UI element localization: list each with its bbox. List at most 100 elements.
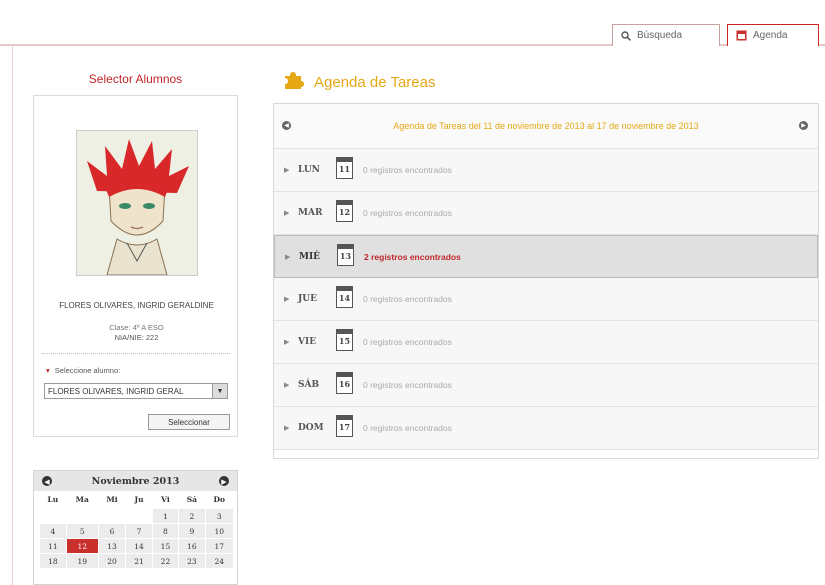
calendar-day-icon: 11 xyxy=(336,157,353,179)
calendar-icon xyxy=(736,30,747,41)
agenda-day-row[interactable]: ▶ SÁB 16 0 registros encontrados xyxy=(274,364,818,407)
weekday-header: Ju xyxy=(134,495,144,505)
calendar-empty-cell xyxy=(126,509,152,524)
left-border xyxy=(12,45,13,585)
day-name: MAR xyxy=(298,208,323,218)
calendar-day[interactable]: 16 xyxy=(178,538,206,554)
calendar-day[interactable]: 23 xyxy=(178,553,206,569)
weekday-header: Ma xyxy=(75,495,89,505)
required-marker: ▾ xyxy=(46,366,50,375)
calendar-day-icon: 13 xyxy=(337,243,354,266)
calendar-day[interactable]: 8 xyxy=(151,523,180,539)
divider xyxy=(42,353,230,354)
agenda-range: Agenda de Tareas del 11 de noviembre de … xyxy=(393,121,699,131)
calendar-day[interactable]: 10 xyxy=(204,523,235,539)
search-icon xyxy=(621,30,631,41)
next-month-icon[interactable]: ▶ xyxy=(219,476,229,486)
calendar-day-icon: 16 xyxy=(336,372,353,394)
calendar-day[interactable]: 11 xyxy=(39,538,67,554)
prev-month-icon[interactable]: ◀ xyxy=(42,476,52,486)
calendar-week: 123 xyxy=(40,508,235,524)
calendar-day[interactable]: 24 xyxy=(204,553,235,569)
agenda-day-row[interactable]: ▶ VIE 15 0 registros encontrados xyxy=(274,321,818,364)
calendar-week: 11 12 13 14 15 16 17 xyxy=(39,538,235,554)
calendar-day-icon: 15 xyxy=(336,329,353,351)
calendar-day[interactable]: 2 xyxy=(178,508,206,524)
tab-busqueda[interactable]: Búsqueda xyxy=(612,24,720,46)
tab-agenda[interactable]: Agenda xyxy=(727,24,819,46)
chevron-down-icon[interactable]: ▼ xyxy=(212,384,227,398)
expand-arrow-icon: ▶ xyxy=(285,253,291,261)
select-student-label: ▾ Seleccione alumno: xyxy=(46,366,120,375)
weekday-header: Sá xyxy=(186,495,197,504)
calendar-grid: Lu Ma Mi Ju Vi Sá Do 1 2 3 4 5 6 7 8 9 10 11 12 13 14 15 16 17… xyxy=(39,491,235,569)
calendar-day[interactable]: 1 xyxy=(151,508,180,524)
calendar-header: ◀ Noviembre 2013 ▶ xyxy=(34,471,237,491)
prev-week-icon[interactable]: ◀ xyxy=(282,121,291,130)
agenda-week-header: ◀ Agenda de Tareas del 11 de noviembre d… xyxy=(274,104,818,149)
calendar-day[interactable]: 19 xyxy=(65,553,99,569)
selector-title: Selector Alumnos xyxy=(88,72,183,86)
calendar-day[interactable]: 22 xyxy=(151,553,180,569)
calendar-day[interactable]: 4 xyxy=(39,523,67,539)
student-name: FLORES OLIVARES, INGRID GERALDINE xyxy=(59,301,214,310)
agenda-day-row[interactable]: ▶ MAR 12 0 registros encontrados xyxy=(274,192,818,235)
day-number: 12 xyxy=(338,207,351,217)
day-number: 13 xyxy=(339,250,352,261)
calendar-day[interactable]: 13 xyxy=(97,538,127,554)
weekday-header: Do xyxy=(213,495,226,504)
record-count: 2 registros encontrados xyxy=(364,251,461,262)
calendar-day[interactable]: 17 xyxy=(204,538,235,554)
calendar-day[interactable]: 5 xyxy=(65,523,99,539)
expand-arrow-icon: ▶ xyxy=(284,210,290,217)
record-count: 0 registros encontrados xyxy=(363,165,452,175)
agenda-day-row[interactable]: ▶ LUN 11 0 registros encontrados xyxy=(274,149,818,192)
calendar-day[interactable]: 21 xyxy=(125,553,153,569)
student-select-value: FLORES OLIVARES, INGRID GERAL xyxy=(48,386,184,396)
agenda-day-row[interactable]: ▶ DOM 17 0 registros encontrados xyxy=(274,407,818,450)
student-selector: FLORES OLIVARES, INGRID GERALDINE Clase:… xyxy=(33,95,238,437)
student-photo xyxy=(76,130,198,276)
day-number: 11 xyxy=(338,164,351,174)
day-number: 16 xyxy=(338,379,351,389)
calendar-day[interactable]: 6 xyxy=(97,523,127,539)
tab-busqueda-label: Búsqueda xyxy=(637,30,683,41)
calendar-day[interactable]: 18 xyxy=(39,553,67,569)
calendar-day-icon: 14 xyxy=(336,286,353,308)
day-name: DOM xyxy=(298,423,324,433)
puzzle-icon xyxy=(282,70,304,94)
day-name: LUN xyxy=(298,165,320,175)
day-name: VIE xyxy=(298,337,317,347)
day-number: 15 xyxy=(338,336,351,346)
calendar-empty-cell xyxy=(98,509,126,524)
select-student-text: Seleccione alumno: xyxy=(54,366,121,375)
student-class: Clase: 4º A ESO xyxy=(109,323,164,332)
calendar-empty-cell xyxy=(40,509,67,524)
expand-arrow-icon: ▶ xyxy=(284,425,290,432)
record-count: 0 registros encontrados xyxy=(363,380,452,390)
calendar-day[interactable]: 14 xyxy=(125,538,153,554)
tab-agenda-label: Agenda xyxy=(753,30,788,41)
agenda-day-row[interactable]: ▶ JUE 14 0 registros encontrados xyxy=(274,278,818,321)
calendar-week: 4 5 6 7 8 9 10 xyxy=(39,523,235,539)
record-count: 0 registros encontrados xyxy=(363,294,452,304)
select-button[interactable]: Seleccionar xyxy=(148,414,230,430)
student-select[interactable]: FLORES OLIVARES, INGRID GERAL ▼ xyxy=(44,383,228,399)
calendar-day[interactable]: 9 xyxy=(178,523,206,539)
page-title: Agenda de Tareas xyxy=(282,70,436,94)
agenda-day-list: ▶ LUN 11 0 registros encontrados ▶ MAR 12 0 reg… xyxy=(274,149,818,450)
record-count: 0 registros encontrados xyxy=(363,423,452,433)
calendar-day[interactable]: 15 xyxy=(151,538,180,554)
calendar-day-today[interactable]: 12 xyxy=(65,538,99,554)
calendar-day[interactable]: 3 xyxy=(204,508,235,524)
calendar-day[interactable]: 20 xyxy=(97,553,127,569)
expand-arrow-icon: ▶ xyxy=(284,296,290,303)
calendar-day[interactable]: 7 xyxy=(125,523,153,539)
calendar-day-icon: 17 xyxy=(336,415,353,437)
student-nia: NIA/NIE: 222 xyxy=(114,333,159,342)
day-name: MIÉ xyxy=(299,251,321,262)
agenda-day-row[interactable]: ▶ MIÉ 13 2 registros encontrados xyxy=(274,235,818,278)
next-week-icon[interactable]: ▶ xyxy=(799,121,808,130)
calendar-day-icon: 12 xyxy=(336,200,353,222)
page-title-text: Agenda de Tareas xyxy=(314,73,436,91)
